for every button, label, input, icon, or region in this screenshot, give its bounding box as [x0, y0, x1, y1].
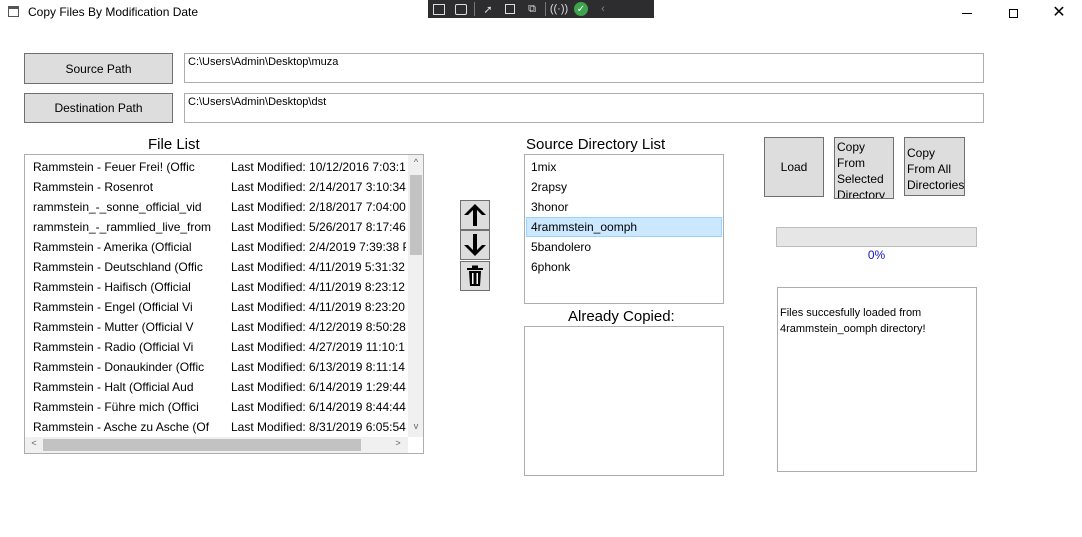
- hot-reload-icon[interactable]: ⧉: [521, 0, 543, 18]
- file-modified: Last Modified: 6/13/2019 8:11:14: [231, 360, 405, 374]
- progress-text: 0%: [867, 248, 886, 262]
- scroll-down-icon[interactable]: v: [408, 421, 423, 435]
- toolbar-divider: [545, 2, 546, 16]
- file-list-row[interactable]: Rammstein - Deutschland (Offic Last Modif…: [25, 257, 408, 277]
- file-list-row[interactable]: Rammstein - Haifisch (Official Last Modif…: [25, 277, 408, 297]
- file-name: rammstein_-_rammlied_live_from: [33, 220, 212, 234]
- file-list-row[interactable]: Rammstein - Donaukinder (Offic Last Modif…: [25, 357, 408, 377]
- close-button[interactable]: ✕: [1036, 0, 1082, 26]
- vertical-scroll-thumb[interactable]: [410, 175, 422, 255]
- file-modified: Last Modified: 4/11/2019 8:23:20: [231, 300, 405, 314]
- file-list-row[interactable]: Rammstein - Amerika (Official Last Modifi…: [25, 237, 408, 257]
- arrow-down-icon: [464, 234, 486, 256]
- file-list-label: File List: [148, 136, 200, 153]
- copy-all-button[interactable]: Copy From All Directories: [904, 137, 965, 196]
- already-copied-list[interactable]: [524, 326, 724, 476]
- move-down-button[interactable]: [460, 230, 490, 260]
- close-icon: ✕: [1052, 4, 1066, 21]
- destination-path-button[interactable]: Destination Path: [24, 93, 173, 123]
- progress-bar: [776, 227, 977, 247]
- file-modified: Last Modified: 4/27/2019 11:10:1: [231, 340, 405, 354]
- directory-list-item[interactable]: 5bandolero: [526, 237, 722, 257]
- horizontal-scroll-thumb[interactable]: [43, 439, 361, 451]
- binding-icon[interactable]: ((·)): [548, 0, 570, 18]
- file-name: Rammstein - Führe mich (Offici: [33, 400, 199, 414]
- directory-list[interactable]: 1mix 2rapsy 3honor 4rammstein_oomph 5bandole…: [524, 154, 724, 304]
- file-modified: Last Modified: 6/14/2019 1:29:44: [231, 380, 406, 394]
- file-list-row[interactable]: Rammstein - Rosenrot Last Modified: 2/14/…: [25, 177, 408, 197]
- directory-list-item[interactable]: 1mix: [526, 157, 722, 177]
- delete-button[interactable]: [460, 261, 490, 291]
- collapse-icon[interactable]: ‹: [592, 0, 614, 18]
- file-modified: Last Modified: 4/11/2019 8:23:12: [231, 280, 405, 294]
- file-name: Rammstein - Asche zu Asche (Of: [33, 420, 210, 434]
- file-list-row[interactable]: rammstein_-_sonne_official_vid Last Modif…: [25, 197, 408, 217]
- file-list-row[interactable]: rammstein_-_rammlied_live_from Last Modif…: [25, 217, 408, 237]
- toolbar-divider: [474, 2, 475, 16]
- directory-list-label: Source Directory List: [526, 136, 666, 153]
- file-modified: Last Modified: 8/31/2019 6:05:54: [231, 420, 406, 434]
- maximize-button[interactable]: [990, 0, 1036, 26]
- file-modified: Last Modified: 2/18/2017 7:04:00: [231, 200, 406, 214]
- file-name: Rammstein - Feuer Frei! (Offic: [33, 160, 195, 174]
- directory-list-item[interactable]: 2rapsy: [526, 177, 722, 197]
- pointer-icon[interactable]: ➚: [477, 0, 499, 18]
- trash-icon: [467, 265, 483, 286]
- file-name: Rammstein - Haifisch (Official: [33, 280, 191, 294]
- scroll-left-icon[interactable]: <: [27, 438, 41, 452]
- file-modified: Last Modified: 2/14/2017 3:10:34: [231, 180, 406, 194]
- scroll-right-icon[interactable]: >: [391, 438, 405, 452]
- check-icon[interactable]: ✓: [570, 0, 592, 18]
- directory-list-item[interactable]: 4rammstein_oomph: [526, 217, 722, 237]
- select-element-icon[interactable]: [428, 0, 450, 18]
- file-list[interactable]: Rammstein - Feuer Frei! (Offic Last Modif…: [24, 154, 424, 454]
- file-name: rammstein_-_sonne_official_vid: [33, 200, 202, 214]
- file-name: Rammstein - Amerika (Official: [33, 240, 192, 254]
- frame-icon[interactable]: [499, 0, 521, 18]
- file-list-row[interactable]: Rammstein - Engel (Official Vi Last Modif…: [25, 297, 408, 317]
- file-modified: Last Modified: 5/26/2017 8:17:46: [231, 220, 406, 234]
- source-path-field[interactable]: C:\Users\Admin\Desktop\muza: [184, 53, 984, 83]
- load-button[interactable]: Load: [764, 137, 824, 197]
- file-modified: Last Modified: 10/12/2016 7:03:1: [231, 160, 406, 174]
- file-name: Rammstein - Radio (Official Vi: [33, 340, 194, 354]
- file-list-row[interactable]: Rammstein - Feuer Frei! (Offic Last Modif…: [25, 157, 408, 177]
- record-icon[interactable]: [450, 0, 472, 18]
- file-list-row[interactable]: Rammstein - Halt (Official Aud Last Modif…: [25, 377, 408, 397]
- directory-list-item[interactable]: 3honor: [526, 197, 722, 217]
- file-name: Rammstein - Engel (Official Vi: [33, 300, 193, 314]
- file-name: Rammstein - Mutter (Official V: [33, 320, 194, 334]
- directory-list-item[interactable]: 6phonk: [526, 257, 722, 277]
- app-icon: [8, 6, 19, 17]
- already-copied-label: Already Copied:: [568, 308, 675, 325]
- source-path-button[interactable]: Source Path: [24, 53, 173, 84]
- file-modified: Last Modified: 4/11/2019 5:31:32: [231, 260, 405, 274]
- status-output[interactable]: Files succesfully loaded from 4rammstein…: [777, 287, 977, 472]
- file-modified: Last Modified: 6/14/2019 8:44:44: [231, 400, 406, 414]
- maximize-icon: [1008, 8, 1018, 18]
- minimize-button[interactable]: [944, 0, 990, 26]
- debug-toolbar: ➚ ⧉ ((·)) ✓ ‹: [428, 0, 654, 18]
- window-title: Copy Files By Modification Date: [28, 5, 199, 19]
- file-name: Rammstein - Rosenrot: [33, 180, 154, 194]
- file-list-row[interactable]: Rammstein - Führe mich (Offici Last Modif…: [25, 397, 408, 417]
- file-name: Rammstein - Donaukinder (Offic: [33, 360, 205, 374]
- file-list-row[interactable]: Rammstein - Radio (Official Vi Last Modif…: [25, 337, 408, 357]
- file-modified: Last Modified: 2/4/2019 7:39:38 P: [231, 240, 406, 254]
- file-name: Rammstein - Halt (Official Aud: [33, 380, 194, 394]
- file-modified: Last Modified: 4/12/2019 8:50:28: [231, 320, 406, 334]
- move-up-button[interactable]: [460, 200, 490, 230]
- minimize-icon: [962, 12, 972, 14]
- file-name: Rammstein - Deutschland (Offic: [33, 260, 203, 274]
- copy-selected-button[interactable]: Copy From Selected Directory: [834, 137, 894, 199]
- arrow-up-icon: [464, 204, 486, 226]
- file-list-row[interactable]: Rammstein - Mutter (Official V Last Modif…: [25, 317, 408, 337]
- destination-path-field[interactable]: C:\Users\Admin\Desktop\dst: [184, 93, 984, 123]
- scroll-up-icon[interactable]: ^: [408, 157, 423, 171]
- file-list-row[interactable]: Rammstein - Asche zu Asche (Of Last Modif…: [25, 417, 408, 437]
